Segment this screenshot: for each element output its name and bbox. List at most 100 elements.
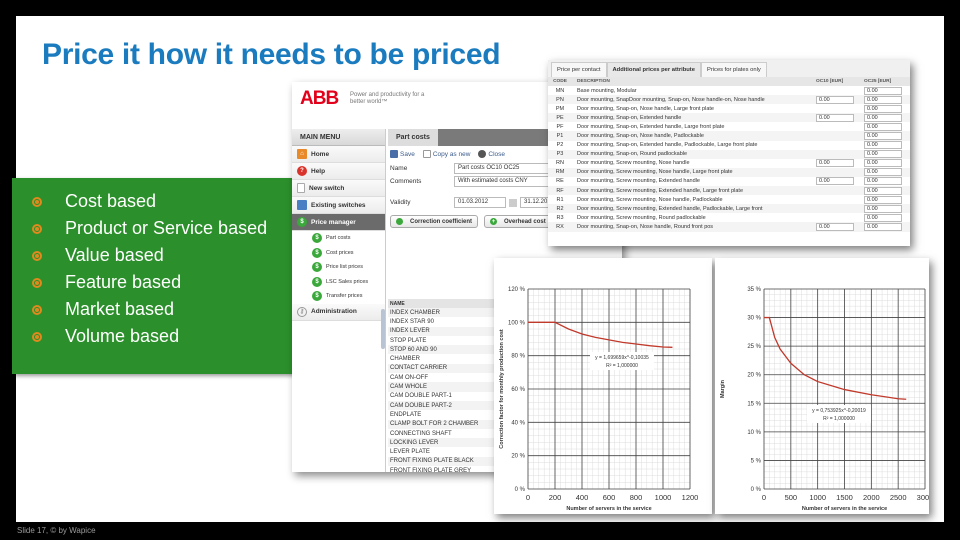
sidebar-scrollbar[interactable] xyxy=(381,309,385,349)
sidebar-subitem[interactable]: $ Part costs xyxy=(292,231,385,246)
oc25-input[interactable]: 0.00 xyxy=(864,95,902,104)
attribute-tab[interactable]: Additional prices per attribute xyxy=(606,62,701,77)
table-row[interactable]: RN Door mounting, Screw mounting, Nose ha… xyxy=(548,159,910,168)
oc25-input[interactable]: 0.00 xyxy=(864,222,902,231)
y-tick-label: 25 % xyxy=(747,344,761,350)
bullet-icon xyxy=(32,250,42,261)
sidebar-item-home[interactable]: ⌂ Home xyxy=(292,146,385,163)
table-row[interactable]: MN Base mounting, Modular 0.00 xyxy=(548,86,910,95)
name-label: Name xyxy=(390,165,408,172)
sidebar-item-existing-switches[interactable]: Existing switches xyxy=(292,197,385,214)
oc25-input[interactable]: 0.00 xyxy=(864,141,902,150)
save-button[interactable]: Save xyxy=(390,150,415,158)
dollar-icon: $ xyxy=(312,291,322,302)
dollar-icon: $ xyxy=(312,247,322,258)
oc10-input[interactable]: 0.00 xyxy=(816,113,854,122)
y-tick-label: 40 % xyxy=(511,420,525,426)
oc25-input[interactable]: 0.00 xyxy=(864,177,902,186)
table-row[interactable]: PF Door mounting, Snap-on, Extended handl… xyxy=(548,122,910,131)
pricing-method-label: Feature based xyxy=(65,272,182,292)
sidebar-subitem[interactable]: $ LSC Sales prices xyxy=(292,275,385,290)
calendar-icon[interactable] xyxy=(509,198,517,207)
correction-coefficient-button[interactable]: Correction coefficient xyxy=(390,215,479,228)
x-tick-label: 2500 xyxy=(890,493,907,502)
copy-icon xyxy=(422,150,431,158)
oc25-input[interactable]: 0.00 xyxy=(864,113,902,122)
overhead-cost-button[interactable]: + Overhead cost xyxy=(484,215,552,228)
table-row[interactable]: R3 Door mounting, Screw mounting, Round p… xyxy=(548,213,910,222)
table-row[interactable]: PM Door mounting, Snap-on, Nose handle, L… xyxy=(548,104,910,113)
y-tick-label: 0 % xyxy=(515,487,526,493)
margin-chart-svg: 0 500 1000 1500 2000 2500 3000 0 % 5 % 10 % 15 % 20… xyxy=(720,287,929,512)
oc10-input[interactable]: 0.00 xyxy=(816,95,854,104)
valid-from-input[interactable]: 01.03.2012 xyxy=(454,197,506,208)
oc25-input[interactable]: 0.00 xyxy=(864,195,902,204)
pricing-method-item: Volume based xyxy=(32,323,312,350)
table-row[interactable]: R2 Door mounting, Screw mounting, Extende… xyxy=(548,204,910,214)
sidebar-subitem[interactable]: $ Cost prices xyxy=(292,246,385,261)
oc25-input[interactable]: 0.00 xyxy=(864,104,902,113)
y-tick-label: 20 % xyxy=(511,454,525,460)
y-tick-label: 60 % xyxy=(511,387,525,393)
x-axis-title: Number of servers in the service xyxy=(802,506,887,512)
table-row[interactable]: RM Door mounting, Screw mounting, Nose ha… xyxy=(548,167,910,177)
oc25-input[interactable]: 0.00 xyxy=(864,86,902,95)
dollar-icon: $ xyxy=(297,217,307,227)
table-row[interactable]: RF Door mounting, Screw mounting, Extende… xyxy=(548,186,910,196)
oc25-input[interactable]: 0.00 xyxy=(864,132,902,141)
table-row[interactable]: RX Door mounting, Snap-on, Nose handle, R… xyxy=(548,222,910,232)
key-icon: ⚷ xyxy=(297,306,307,317)
floppy-icon xyxy=(390,150,398,158)
y-tick-label: 35 % xyxy=(747,287,761,293)
table-row[interactable]: RE Door mounting, Screw mounting, Extende… xyxy=(548,177,910,186)
y-tick-label: 100 % xyxy=(508,320,526,326)
sidebar-item-help[interactable]: ? Help xyxy=(292,163,385,180)
table-row[interactable]: PE Door mounting, Snap-on, Extended handl… xyxy=(548,113,910,123)
sidebar-subitem[interactable]: $ Price list prices xyxy=(292,260,385,275)
close-button[interactable]: Close xyxy=(478,150,505,158)
oc10-input[interactable]: 0.00 xyxy=(816,222,854,231)
oc25-input[interactable]: 0.00 xyxy=(864,168,902,177)
attribute-tab[interactable]: Price per contact xyxy=(551,62,607,77)
bullet-icon xyxy=(32,223,42,234)
oc25-input[interactable]: 0.00 xyxy=(864,186,902,195)
abb-logo: ABB xyxy=(300,88,339,109)
x-axis-title: Number of servers in the service xyxy=(566,506,651,512)
oc10-input[interactable]: 0.00 xyxy=(816,177,854,186)
copy-as-new-button[interactable]: Copy as new xyxy=(422,150,470,158)
x-tick-label: 1000 xyxy=(655,493,672,502)
sidebar-item-price-manager[interactable]: $ Price manager xyxy=(292,214,385,231)
gear-icon xyxy=(396,218,403,225)
oc25-input[interactable]: 0.00 xyxy=(864,159,902,168)
slide-footer: Slide 17, © by Wapice xyxy=(17,526,96,535)
oc25-input[interactable]: 0.00 xyxy=(864,213,902,222)
attribute-table-header: CODE DESCRIPTION OC10 [EUR] OC25 [EUR] xyxy=(548,77,910,86)
table-row[interactable]: P3 Door mounting, Snap-on, Round padlocka… xyxy=(548,149,910,159)
x-tick-label: 3000 xyxy=(917,493,929,502)
x-tick-label: 500 xyxy=(785,493,798,502)
help-icon: ? xyxy=(297,166,307,176)
attribute-table-body: MN Base mounting, Modular 0.00 PN Door mount… xyxy=(548,86,910,232)
table-row[interactable]: R1 Door mounting, Screw mounting, Nose ha… xyxy=(548,195,910,204)
oc25-input[interactable]: 0.00 xyxy=(864,122,902,131)
main-menu-sidebar: MAIN MENU ⌂ Home ? Help New switch Existin… xyxy=(292,129,386,472)
y-tick-label: 5 % xyxy=(751,458,762,464)
x-tick-label: 200 xyxy=(549,493,562,502)
plus-icon: + xyxy=(490,218,498,225)
sidebar-item-new-switch[interactable]: New switch xyxy=(292,180,385,197)
tab-part-costs[interactable]: Part costs xyxy=(388,129,438,146)
oc10-input[interactable]: 0.00 xyxy=(816,159,854,168)
y-axis-title: Correction factor for monthly production… xyxy=(499,329,505,449)
sidebar-item-administration[interactable]: ⚷ Administration xyxy=(292,303,385,321)
table-row[interactable]: P1 Door mounting, Snap-on, Nose handle, P… xyxy=(548,131,910,141)
bullet-icon xyxy=(32,196,42,207)
x-tick-label: 1000 xyxy=(809,493,826,502)
oc25-input[interactable]: 0.00 xyxy=(864,150,902,159)
pricing-method-label: Value based xyxy=(65,245,164,265)
sidebar-subitem[interactable]: $ Transfer prices xyxy=(292,289,385,304)
pricing-method-item: Feature based xyxy=(32,269,312,296)
attribute-tab[interactable]: Prices for plates only xyxy=(700,62,767,77)
oc25-input[interactable]: 0.00 xyxy=(864,204,902,213)
table-row[interactable]: P2 Door mounting, Snap-on, Extended handl… xyxy=(548,141,910,150)
table-row[interactable]: PN Door mounting, SnapDoor mounting, Snap… xyxy=(548,95,910,105)
